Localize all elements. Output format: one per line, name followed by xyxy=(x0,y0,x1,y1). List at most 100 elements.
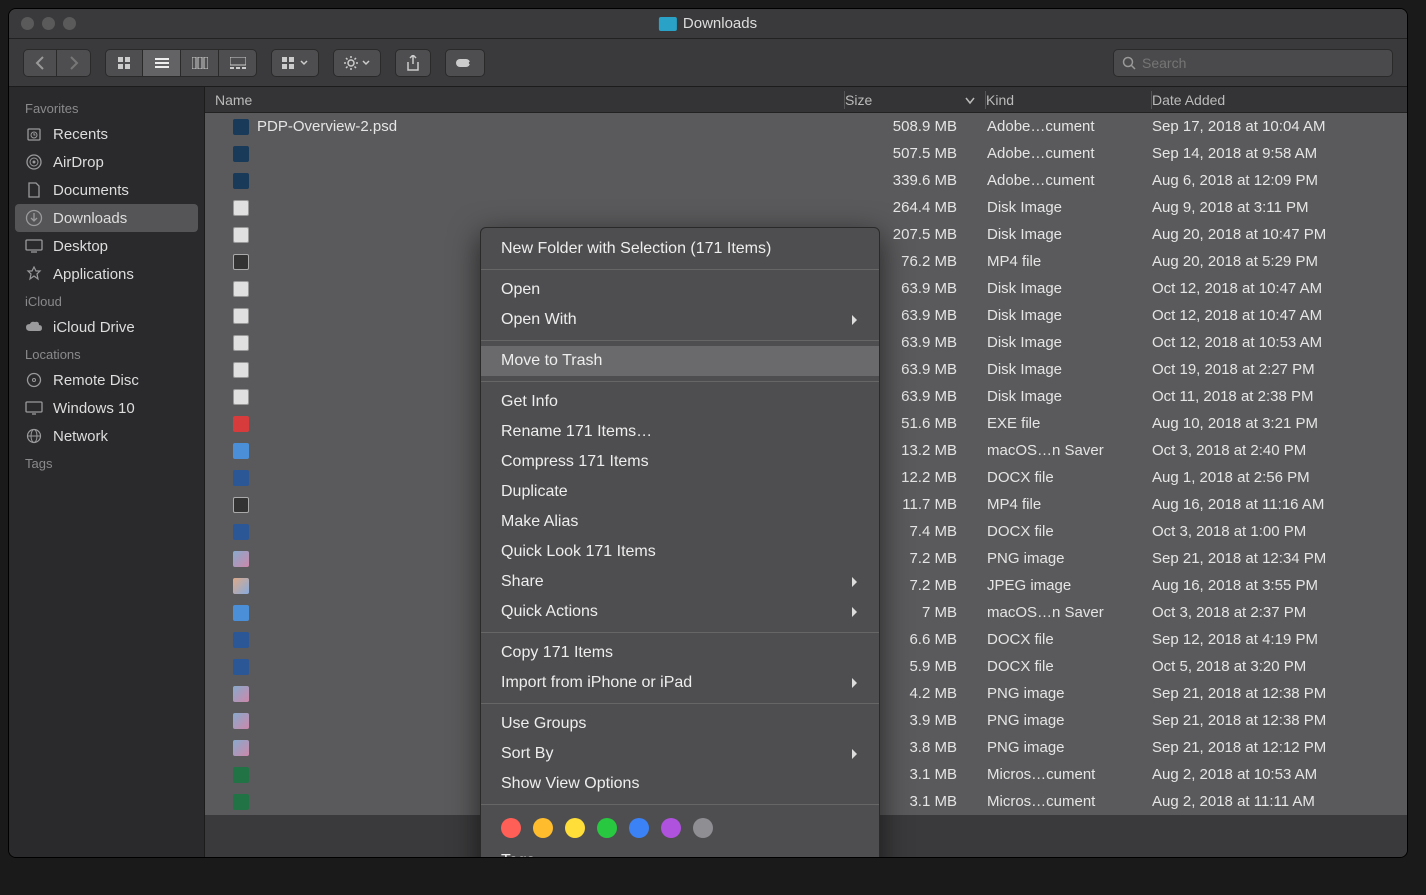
file-kind: DOCX file xyxy=(987,658,1152,675)
file-date: Sep 21, 2018 at 12:34 PM xyxy=(1152,550,1407,567)
action-button[interactable] xyxy=(333,49,381,77)
zoom-button[interactable] xyxy=(63,17,76,30)
sidebar-item-windows-10[interactable]: Windows 10 xyxy=(9,394,204,422)
sidebar-item-network[interactable]: Network xyxy=(9,422,204,450)
view-mode-group xyxy=(105,49,257,77)
file-icon xyxy=(233,173,249,189)
context-menu-item[interactable]: Quick Actions xyxy=(481,597,879,627)
sidebar-item-label: Applications xyxy=(53,266,134,283)
context-menu-label: Import from iPhone or iPad xyxy=(501,674,692,692)
back-button[interactable] xyxy=(23,49,57,77)
context-menu-item[interactable]: Make Alias xyxy=(481,507,879,537)
file-row[interactable]: 507.5 MBAdobe…cumentSep 14, 2018 at 9:58… xyxy=(205,140,1407,167)
forward-button[interactable] xyxy=(57,49,91,77)
file-icon xyxy=(233,497,249,513)
context-menu-item[interactable]: Import from iPhone or iPad xyxy=(481,668,879,698)
col-size[interactable]: Size xyxy=(845,92,985,108)
search-input[interactable] xyxy=(1142,55,1384,71)
context-menu-item[interactable]: Get Info xyxy=(481,387,879,417)
context-menu-item[interactable]: Duplicate xyxy=(481,477,879,507)
file-date: Oct 3, 2018 at 2:40 PM xyxy=(1152,442,1407,459)
file-date: Sep 17, 2018 at 10:04 AM xyxy=(1152,118,1407,135)
search-field[interactable] xyxy=(1113,49,1393,77)
sidebar-item-airdrop[interactable]: AirDrop xyxy=(9,148,204,176)
sidebar-item-documents[interactable]: Documents xyxy=(9,176,204,204)
file-date: Aug 16, 2018 at 11:16 AM xyxy=(1152,496,1407,513)
sidebar-item-remote-disc[interactable]: Remote Disc xyxy=(9,366,204,394)
sidebar-item-desktop[interactable]: Desktop xyxy=(9,232,204,260)
context-menu-item[interactable]: Compress 171 Items xyxy=(481,447,879,477)
file-row[interactable]: 264.4 MBDisk ImageAug 9, 2018 at 3:11 PM xyxy=(205,194,1407,221)
file-kind: Micros…cument xyxy=(987,766,1152,783)
tag-color-dot[interactable] xyxy=(533,818,553,838)
context-menu-item[interactable]: Open xyxy=(481,275,879,305)
file-icon xyxy=(233,146,249,162)
submenu-arrow-icon xyxy=(851,606,859,618)
arrange-button[interactable] xyxy=(271,49,319,77)
file-date: Oct 12, 2018 at 10:53 AM xyxy=(1152,334,1407,351)
context-menu-item[interactable]: Move to Trash xyxy=(481,346,879,376)
minimize-button[interactable] xyxy=(42,17,55,30)
tags-button[interactable] xyxy=(445,49,485,77)
file-date: Aug 2, 2018 at 10:53 AM xyxy=(1152,766,1407,783)
file-icon xyxy=(233,686,249,702)
context-menu-label: Quick Actions xyxy=(501,603,598,621)
context-menu-item[interactable]: New Folder with Selection (171 Items) xyxy=(481,234,879,264)
file-kind: DOCX file xyxy=(987,523,1152,540)
column-headers: Name Size Kind Date Added xyxy=(205,87,1407,113)
context-menu-item[interactable]: Show View Options xyxy=(481,769,879,799)
search-icon xyxy=(1122,56,1136,70)
sidebar-item-applications[interactable]: Applications xyxy=(9,260,204,288)
file-row[interactable]: 339.6 MBAdobe…cumentAug 6, 2018 at 12:09… xyxy=(205,167,1407,194)
context-menu-item[interactable]: Use Groups xyxy=(481,709,879,739)
close-button[interactable] xyxy=(21,17,34,30)
file-row[interactable]: PDP-Overview-2.psd508.9 MBAdobe…cumentSe… xyxy=(205,113,1407,140)
sidebar-item-recents[interactable]: Recents xyxy=(9,120,204,148)
sidebar-item-icloud-drive[interactable]: iCloud Drive xyxy=(9,313,204,341)
context-menu-item[interactable]: Sort By xyxy=(481,739,879,769)
sidebar: FavoritesRecentsAirDropDocumentsDownload… xyxy=(9,87,205,857)
file-kind: macOS…n Saver xyxy=(987,604,1152,621)
globe-icon xyxy=(25,427,43,445)
context-menu-item[interactable]: Quick Look 171 Items xyxy=(481,537,879,567)
column-view-button[interactable] xyxy=(181,49,219,77)
context-menu-item[interactable]: Share xyxy=(481,567,879,597)
col-date[interactable]: Date Added xyxy=(1152,92,1407,108)
file-icon xyxy=(233,254,249,270)
tag-color-dot[interactable] xyxy=(661,818,681,838)
file-icon xyxy=(233,632,249,648)
traffic-lights xyxy=(21,17,76,30)
file-size: 339.6 MB xyxy=(847,172,987,189)
file-icon xyxy=(233,524,249,540)
context-menu-label: Quick Look 171 Items xyxy=(501,543,656,561)
desktop-icon xyxy=(25,237,43,255)
col-kind[interactable]: Kind xyxy=(986,92,1151,108)
tag-color-dot[interactable] xyxy=(501,818,521,838)
col-name[interactable]: Name xyxy=(205,92,844,108)
share-button[interactable] xyxy=(395,49,431,77)
file-icon xyxy=(233,362,249,378)
tag-color-dot[interactable] xyxy=(693,818,713,838)
sidebar-item-downloads[interactable]: Downloads xyxy=(15,204,198,232)
icon-view-button[interactable] xyxy=(105,49,143,77)
folder-icon xyxy=(659,17,677,31)
sidebar-item-label: Remote Disc xyxy=(53,372,139,389)
tag-color-dot[interactable] xyxy=(629,818,649,838)
tag-color-row xyxy=(481,810,879,846)
sidebar-item-label: iCloud Drive xyxy=(53,319,135,336)
list-view-button[interactable] xyxy=(143,49,181,77)
gallery-view-button[interactable] xyxy=(219,49,257,77)
context-menu-item[interactable]: Tags… xyxy=(481,846,879,857)
submenu-arrow-icon xyxy=(851,677,859,689)
file-list: Name Size Kind Date Added PDP-Overview-2… xyxy=(205,87,1407,857)
tag-color-dot[interactable] xyxy=(565,818,585,838)
context-menu-item[interactable]: Copy 171 Items xyxy=(481,638,879,668)
monitor-icon xyxy=(25,399,43,417)
context-menu-item[interactable]: Rename 171 Items… xyxy=(481,417,879,447)
file-icon xyxy=(233,335,249,351)
sidebar-item-label: Downloads xyxy=(53,210,127,227)
tag-color-dot[interactable] xyxy=(597,818,617,838)
file-kind: Disk Image xyxy=(987,199,1152,216)
file-icon xyxy=(233,227,249,243)
context-menu-item[interactable]: Open With xyxy=(481,305,879,335)
